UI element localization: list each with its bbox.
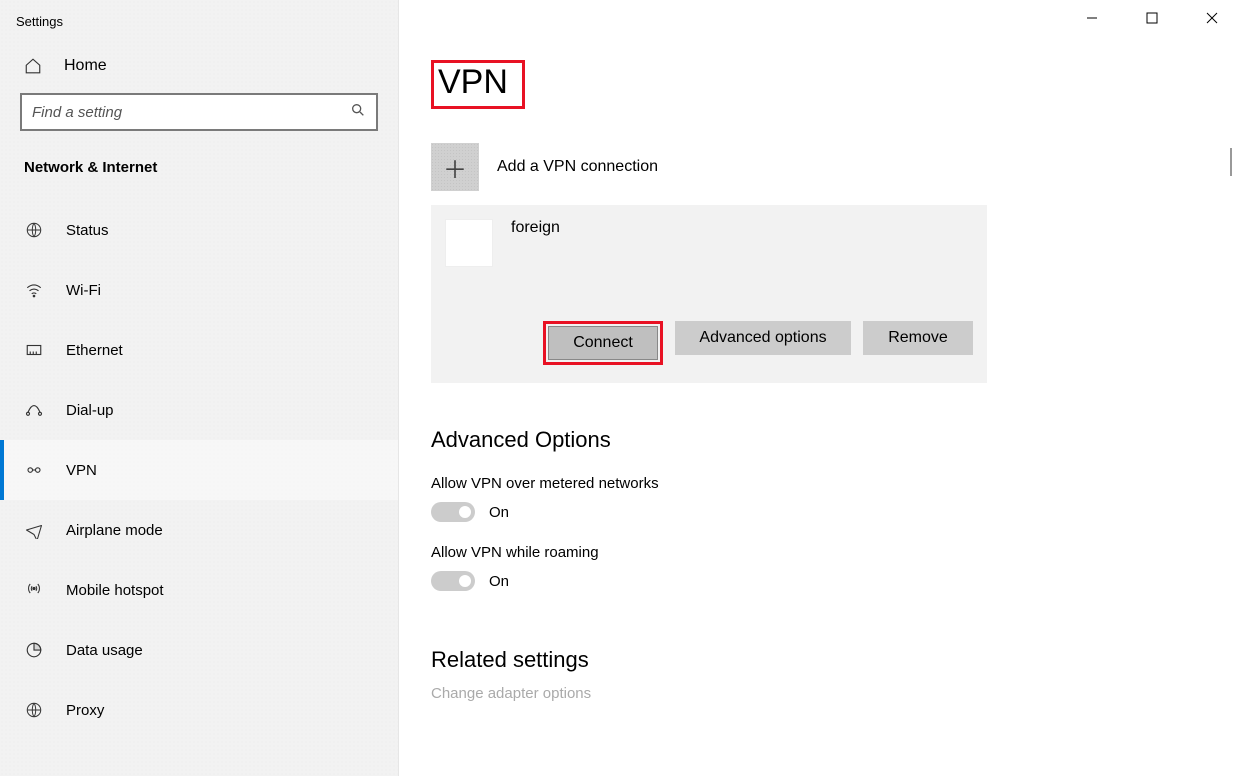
status-icon <box>24 220 44 240</box>
toggle-metered-label: Allow VPN over metered networks <box>431 475 987 492</box>
sidebar-item-label: Ethernet <box>66 342 123 359</box>
sidebar-item-dialup[interactable]: Dial-up <box>0 380 398 440</box>
connect-button[interactable]: Connect <box>548 326 658 360</box>
toggle-metered: Allow VPN over metered networks On <box>431 475 987 522</box>
related-settings-heading: Related settings <box>431 647 987 673</box>
sidebar-item-airplane[interactable]: Airplane mode <box>0 500 398 560</box>
sidebar-item-label: Dial-up <box>66 402 114 419</box>
scrollbar-thumb[interactable] <box>1230 148 1232 176</box>
minimize-button[interactable] <box>1077 8 1107 28</box>
plus-icon: ＋ <box>431 143 479 191</box>
wifi-icon <box>24 280 44 300</box>
toggle-metered-state: On <box>489 504 509 521</box>
window-controls <box>1077 8 1227 28</box>
vpn-connection-icon <box>445 219 493 267</box>
search-box[interactable] <box>20 93 378 131</box>
add-vpn-label: Add a VPN connection <box>497 158 658 176</box>
sidebar-item-label: VPN <box>66 462 97 479</box>
sidebar-section-header: Network & Internet <box>0 141 398 186</box>
sidebar-item-label: Proxy <box>66 702 104 719</box>
sidebar-item-status[interactable]: Status <box>0 200 398 260</box>
remove-button[interactable]: Remove <box>863 321 973 355</box>
home-nav[interactable]: Home <box>0 47 398 93</box>
sidebar-item-vpn[interactable]: VPN <box>0 440 398 500</box>
nav-list: Status Wi-Fi Ethernet Dial-up <box>0 200 398 740</box>
search-icon <box>350 102 366 123</box>
vpn-connection-name: foreign <box>511 219 560 237</box>
main-pane: VPN ＋ Add a VPN connection foreign Conne… <box>399 0 1235 776</box>
vpn-icon <box>24 460 44 480</box>
home-label: Home <box>64 57 107 75</box>
page-title: VPN <box>431 60 525 109</box>
sidebar-item-hotspot[interactable]: Mobile hotspot <box>0 560 398 620</box>
toggle-roaming-state: On <box>489 573 509 590</box>
sidebar-item-proxy[interactable]: Proxy <box>0 680 398 740</box>
advanced-options-heading: Advanced Options <box>431 427 987 453</box>
close-button[interactable] <box>1197 8 1227 28</box>
proxy-icon <box>24 700 44 720</box>
advanced-options-button[interactable]: Advanced options <box>675 321 851 355</box>
maximize-button[interactable] <box>1137 8 1167 28</box>
toggle-roaming-label: Allow VPN while roaming <box>431 544 987 561</box>
sidebar-item-label: Status <box>66 222 109 239</box>
sidebar-item-label: Data usage <box>66 642 143 659</box>
ethernet-icon <box>24 340 44 360</box>
window-title: Settings <box>0 8 398 47</box>
sidebar-item-wifi[interactable]: Wi-Fi <box>0 260 398 320</box>
toggle-roaming-switch[interactable] <box>431 571 475 591</box>
dialup-icon <box>24 400 44 420</box>
hotspot-icon <box>24 580 44 600</box>
toggle-metered-switch[interactable] <box>431 502 475 522</box>
toggle-roaming: Allow VPN while roaming On <box>431 544 987 591</box>
datausage-icon <box>24 640 44 660</box>
airplane-icon <box>24 520 44 540</box>
sidebar-item-label: Airplane mode <box>66 522 163 539</box>
home-icon <box>24 57 42 75</box>
search-input[interactable] <box>32 104 350 121</box>
sidebar-item-label: Mobile hotspot <box>66 582 164 599</box>
sidebar-item-ethernet[interactable]: Ethernet <box>0 320 398 380</box>
sidebar-item-datausage[interactable]: Data usage <box>0 620 398 680</box>
sidebar: Settings Home Network & Internet Status <box>0 0 399 776</box>
add-vpn-connection[interactable]: ＋ Add a VPN connection <box>431 143 987 191</box>
change-adapter-options-link[interactable]: Change adapter options <box>431 685 987 702</box>
sidebar-item-label: Wi-Fi <box>66 282 101 299</box>
vpn-connection-card[interactable]: foreign Connect Advanced options Remove <box>431 205 987 383</box>
